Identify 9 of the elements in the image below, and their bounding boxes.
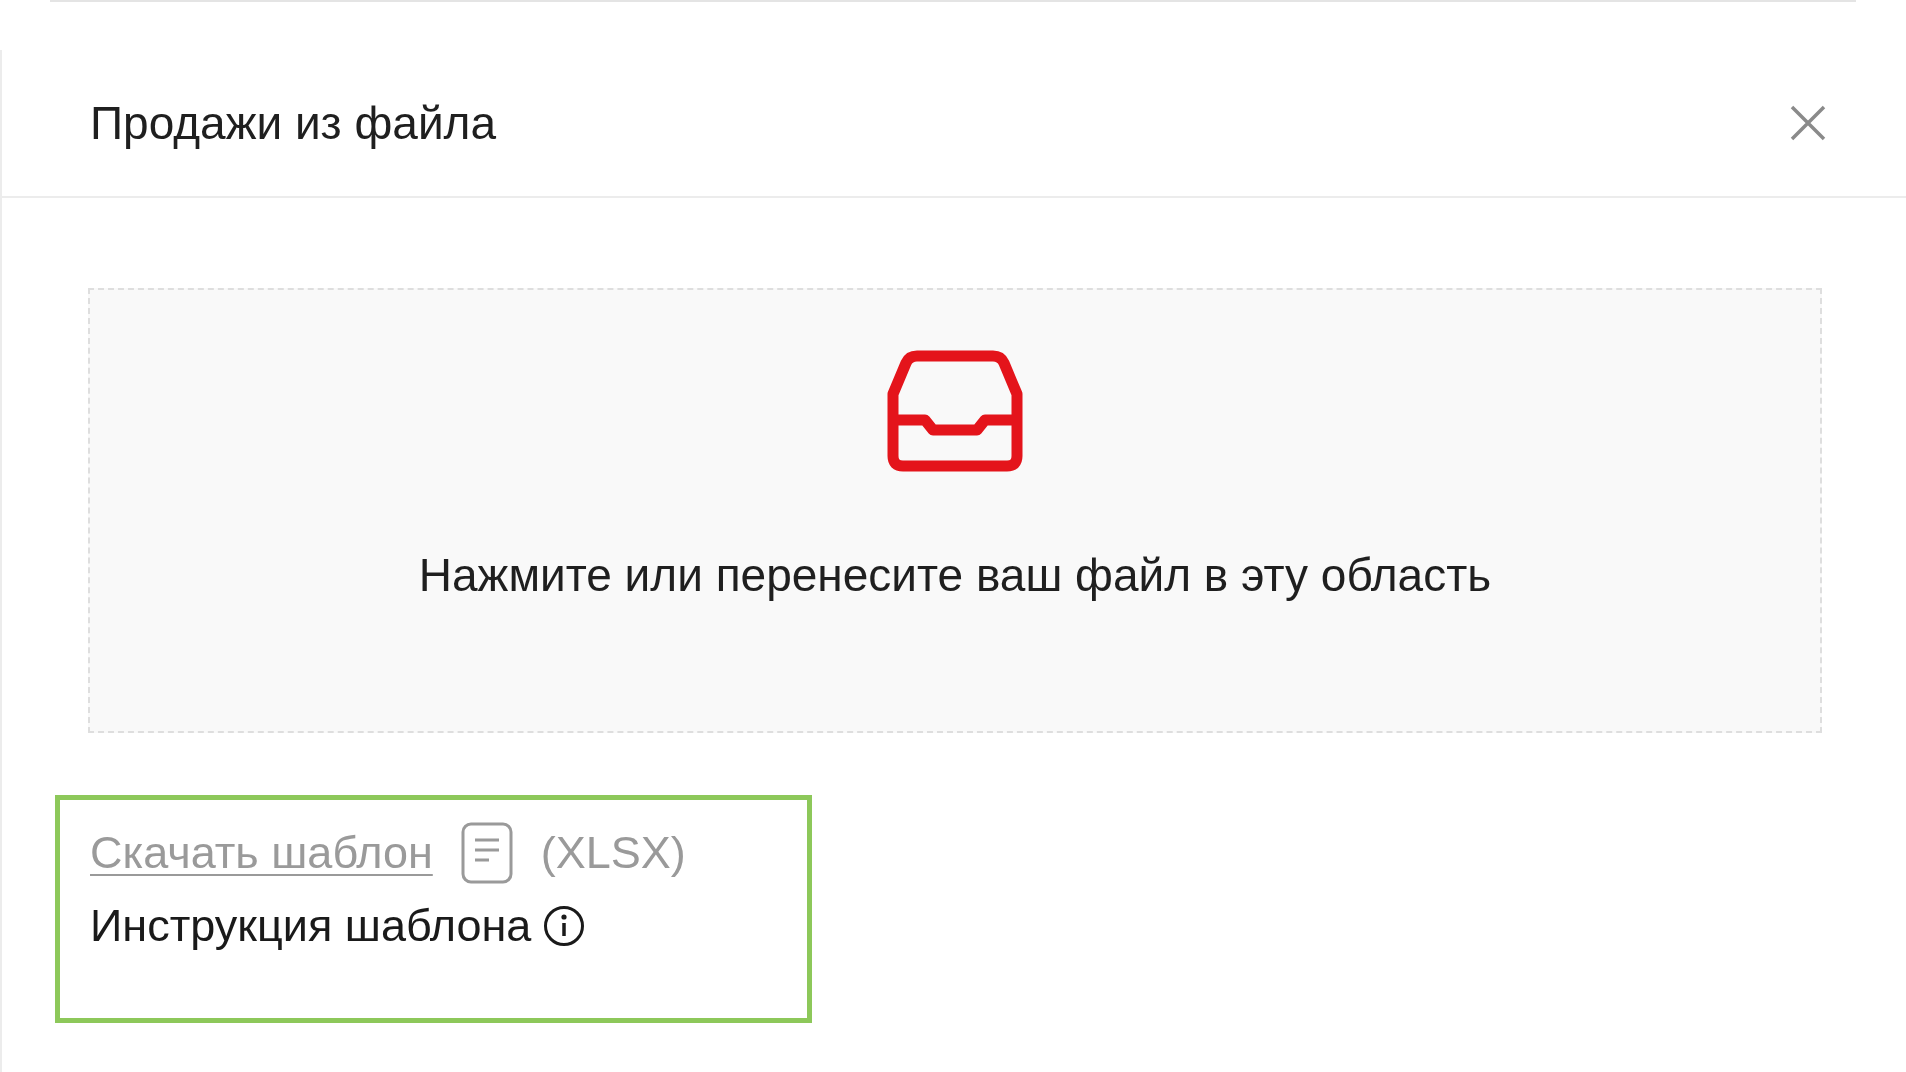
file-format: (XLSX) (540, 827, 686, 879)
info-icon[interactable] (543, 905, 586, 947)
modal-title: Продажи из файла (90, 96, 496, 150)
dropzone-text: Нажмите или перенесите ваш файл в эту область (418, 548, 1492, 602)
document-icon (460, 822, 513, 884)
file-dropzone[interactable]: Нажмите или перенесите ваш файл в эту область (88, 288, 1822, 733)
template-instruction: Инструкция шаблона (90, 900, 532, 952)
close-icon (1789, 104, 1827, 142)
inbox-icon (887, 350, 1023, 472)
